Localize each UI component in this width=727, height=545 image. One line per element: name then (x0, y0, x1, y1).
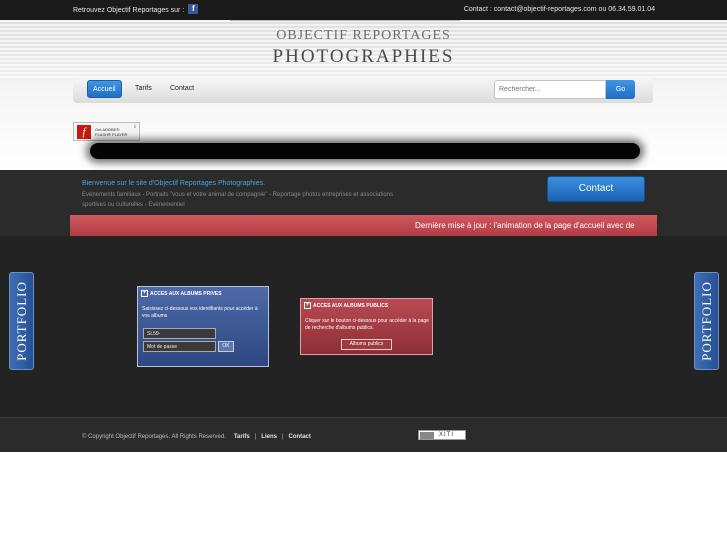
copyright-text: © Copyright Objectif Reportages. All Rig… (82, 434, 226, 440)
news-marquee: Dernière mise à jour : l'animation de la… (70, 215, 657, 236)
public-albums-instructions: Cliquer sur le bouton ci-dessous pour ac… (305, 318, 429, 331)
public-albums-box: + ACCES AUX ALBUMS PUBLICS Cliquer sur l… (300, 298, 433, 355)
follow-text: Retrouvez Objectif Reportages sur : (73, 6, 185, 14)
portfolio-tab-left-label: PORTFOLIO (13, 281, 29, 361)
portfolio-tab-right-label: PORTFOLIO (698, 281, 714, 361)
private-albums-title: + ACCES AUX ALBUMS PRIVES (141, 290, 222, 297)
username-field[interactable] (143, 328, 216, 339)
footer-separator: | (254, 434, 257, 440)
flash-placeholder-shadow (90, 143, 640, 159)
flash-badge-text: Get ADOBE® FLASH® PLAYER (95, 127, 127, 137)
footer: © Copyright Objectif Reportages. All Rig… (0, 417, 727, 452)
public-albums-title: + ACCES AUX ALBUMS PUBLICS (304, 302, 388, 309)
flash-badge-line2: FLASH® PLAYER (95, 131, 128, 137)
portfolio-tab-right[interactable]: PORTFOLIO (694, 272, 719, 370)
footer-copyright-row: © Copyright Objectif Reportages. All Rig… (82, 434, 313, 440)
site-logo-line2[interactable]: PHOTOGRAPHIES (0, 46, 727, 68)
main-navbar: Accueil Tarifs Contact Go (73, 77, 653, 103)
contact-line: Contact : contact@objectif-reportages.co… (463, 6, 655, 13)
social-follow: Retrouvez Objectif Reportages sur : f (73, 4, 199, 14)
public-albums-title-text: ACCES AUX ALBUMS PUBLICS (313, 302, 389, 309)
download-arrow-icon: ⇓ (132, 124, 137, 130)
info-band: Bienvenue sur le site d'Objectif Reporta… (0, 170, 727, 236)
logo-divider (230, 20, 460, 21)
facebook-icon[interactable]: f (188, 4, 199, 14)
nav-item-accueil[interactable]: Accueil (87, 80, 122, 98)
password-field[interactable] (143, 341, 216, 352)
private-albums-box: + ACCES AUX ALBUMS PRIVES Saisissez ci-d… (137, 286, 269, 367)
plus-icon: + (141, 290, 148, 297)
private-albums-instructions: Saisissez ci-dessous vos identifiants po… (142, 306, 258, 319)
get-flash-player-badge[interactable]: f Get ADOBE® FLASH® PLAYER ⇓ (73, 122, 140, 141)
footer-link-contact[interactable]: Contact (289, 434, 311, 440)
nav-item-tarifs[interactable]: Tarifs (130, 80, 157, 98)
flash-logo-icon: f (77, 124, 91, 139)
welcome-text: Bienvenue sur le site d'Objectif Reporta… (82, 180, 266, 187)
xiti-bars-icon (420, 431, 434, 439)
nav-item-contact[interactable]: Contact (165, 80, 199, 98)
main-area: PORTFOLIO PORTFOLIO + ACCES AUX ALBUMS P… (0, 236, 727, 417)
plus-icon: + (304, 302, 311, 309)
search-button[interactable]: Go (606, 80, 635, 99)
header: OBJECTIF REPORTAGES PHOTOGRAPHIES Accuei… (0, 20, 727, 170)
search-input[interactable] (494, 80, 606, 99)
page: Retrouvez Objectif Reportages sur : f Co… (0, 0, 727, 545)
xiti-label: XITI (439, 432, 455, 438)
private-albums-title-text: ACCES AUX ALBUMS PRIVES (150, 290, 222, 297)
xiti-badge[interactable]: XITI (418, 430, 466, 440)
top-bar: Retrouvez Objectif Reportages sur : f Co… (0, 0, 727, 20)
public-albums-button[interactable]: Albums publics (341, 339, 392, 350)
login-ok-button[interactable]: OK (218, 341, 234, 352)
footer-link-tarifs[interactable]: Tarifs (234, 434, 250, 440)
site-logo-line1[interactable]: OBJECTIF REPORTAGES (0, 28, 727, 44)
portfolio-tab-left[interactable]: PORTFOLIO (9, 272, 34, 370)
marquee-text: Dernière mise à jour : l'animation de la… (415, 221, 635, 230)
contact-button[interactable]: Contact (547, 176, 645, 202)
footer-separator: | (281, 434, 284, 440)
footer-link-liens[interactable]: Liens (261, 434, 277, 440)
services-description: Evénements familiaux - Portraits "vous e… (82, 192, 394, 208)
